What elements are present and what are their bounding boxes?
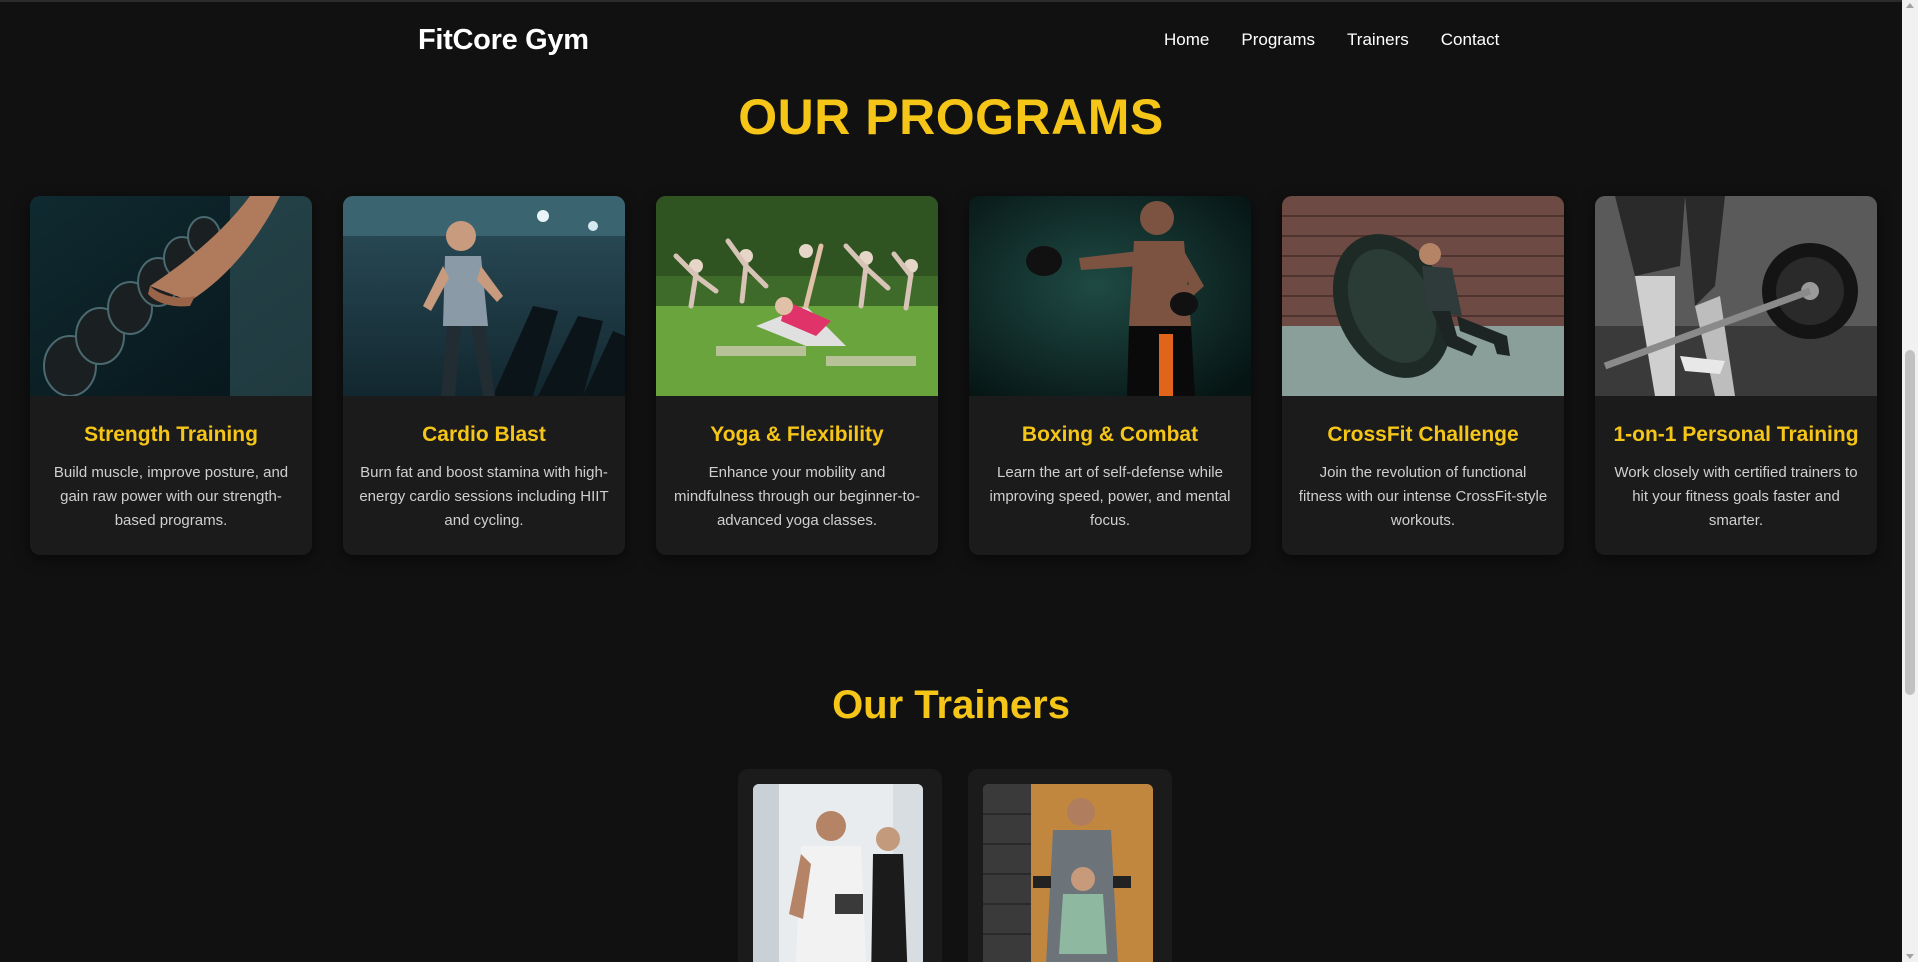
nav-links: Home Programs Trainers Contact: [1164, 30, 1499, 50]
program-card-crossfit[interactable]: CrossFit Challenge Join the revolution o…: [1282, 196, 1564, 555]
program-image-cardio: [343, 196, 625, 396]
program-card-boxing[interactable]: Boxing & Combat Learn the art of self-de…: [969, 196, 1251, 555]
program-card-strength[interactable]: Strength Training Build muscle, improve …: [30, 196, 312, 555]
program-card-yoga[interactable]: Yoga & Flexibility Enhance your mobility…: [656, 196, 938, 555]
program-title: Boxing & Combat: [1021, 423, 1199, 446]
program-title: Yoga & Flexibility: [710, 423, 884, 446]
brand-logo[interactable]: FitCore Gym: [418, 24, 589, 57]
navbar: FitCore Gym Home Programs Trainers Conta…: [0, 2, 1902, 78]
program-description: Build muscle, improve posture, and gain …: [53, 464, 289, 529]
program-image-yoga: [656, 196, 938, 396]
scroll-down-arrow-icon[interactable]: [1906, 954, 1914, 959]
nav-link-home[interactable]: Home: [1164, 30, 1209, 50]
program-cards: Strength Training Build muscle, improve …: [30, 196, 1877, 555]
program-image-boxing: [969, 196, 1251, 396]
trainer-cards: [738, 769, 1172, 962]
program-title: CrossFit Challenge: [1327, 423, 1519, 446]
program-card-personal-training[interactable]: 1-on-1 Personal Training Work closely wi…: [1595, 196, 1877, 555]
trainer-card[interactable]: [968, 769, 1172, 962]
program-title: 1-on-1 Personal Training: [1613, 423, 1859, 446]
trainer-card[interactable]: [738, 769, 942, 962]
program-description: Learn the art of self-defense while impr…: [989, 464, 1231, 529]
page-scrollbar[interactable]: [1902, 0, 1918, 962]
program-title: Cardio Blast: [422, 423, 546, 446]
scrollbar-thumb[interactable]: [1905, 350, 1915, 695]
program-description: Enhance your mobility and mindfulness th…: [674, 464, 920, 529]
trainer-photo: [983, 784, 1153, 962]
trainers-heading: Our Trainers: [832, 683, 1070, 727]
nav-link-programs[interactable]: Programs: [1241, 30, 1315, 50]
page: FitCore Gym Home Programs Trainers Conta…: [0, 0, 1918, 962]
program-card-cardio[interactable]: Cardio Blast Burn fat and boost stamina …: [343, 196, 625, 555]
program-image-personal-training: [1595, 196, 1877, 396]
nav-link-trainers[interactable]: Trainers: [1347, 30, 1409, 50]
program-image-strength: [30, 196, 312, 396]
program-description: Burn fat and boost stamina with high-ene…: [359, 464, 609, 529]
nav-link-contact[interactable]: Contact: [1441, 30, 1500, 50]
trainer-photo: [753, 784, 923, 962]
program-image-crossfit: [1282, 196, 1564, 396]
programs-heading: OUR PROGRAMS: [738, 89, 1164, 145]
program-title: Strength Training: [84, 423, 258, 446]
program-description: Join the revolution of functional fitnes…: [1298, 464, 1548, 529]
scroll-up-arrow-icon[interactable]: [1906, 3, 1914, 8]
program-description: Work closely with certified trainers to …: [1614, 464, 1858, 529]
